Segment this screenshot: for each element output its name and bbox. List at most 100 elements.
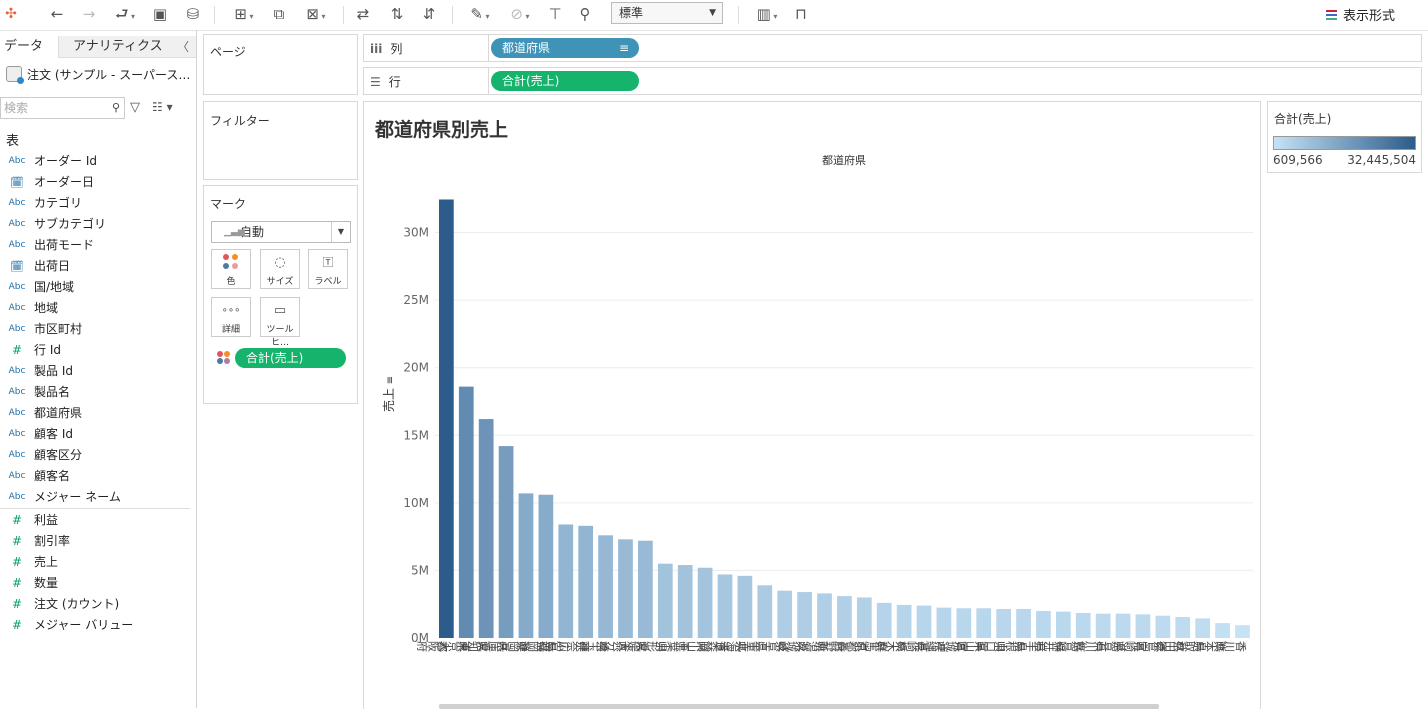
swap-rows-columns-icon[interactable]: ⇄ (352, 4, 374, 24)
search-input[interactable]: 検索 ⚲ (0, 97, 125, 119)
replay-icon[interactable]: ⮐ ▾ (108, 4, 142, 24)
tableau-logo-icon[interactable]: ✣ (2, 4, 20, 24)
field-label: 出荷モード (34, 238, 95, 252)
label-button[interactable]: 🅃 ラベル (308, 249, 348, 289)
new-worksheet-icon[interactable]: ⊞ ▾ (226, 4, 262, 24)
field-item[interactable]: # 利益 (0, 510, 190, 531)
field-item[interactable]: Abc メジャー ネーム (0, 487, 190, 508)
rows-shelf[interactable]: ☰ 行 合計(売上) (363, 67, 1422, 95)
tooltip-button[interactable]: ▭ ツールヒ… (260, 297, 300, 348)
legend-min: 609,566 (1273, 153, 1323, 167)
tooltip-label: ツールヒ… (266, 325, 294, 348)
columns-label: 列 (390, 42, 403, 56)
field-item[interactable]: 🗓 オーダー日 (0, 172, 190, 193)
bar (976, 608, 992, 638)
marks-sum-sales-pill[interactable]: 合計(売上) (235, 348, 346, 368)
number-type-icon: # (11, 576, 23, 590)
rows-pill[interactable]: 合計(売上) (491, 71, 639, 91)
field-item[interactable]: Abc 顧客名 (0, 466, 190, 487)
field-item[interactable]: Abc 国/地域 (0, 277, 190, 298)
bar (1055, 611, 1071, 638)
horizontal-scrollbar[interactable] (439, 704, 1159, 709)
detail-button[interactable]: ∘∘∘ 詳細 (211, 297, 251, 337)
presentation-mode-icon[interactable]: ⊓ (790, 4, 812, 24)
field-label: メジャー バリュー (34, 618, 134, 632)
field-label: 都道府県 (34, 406, 83, 420)
group-members-icon[interactable]: ⊘ ▾ (502, 4, 538, 24)
mark-type-select[interactable]: ▁▃▅ 自動 ▼ (211, 221, 351, 243)
columns-shelf[interactable]: iii 列 都道府県 ≡ (363, 34, 1422, 62)
field-item[interactable]: Abc 出荷モード (0, 235, 190, 256)
color-legend[interactable]: 合計(売上) 609,566 32,445,504 (1267, 101, 1422, 173)
string-type-icon: Abc (8, 408, 26, 418)
size-button[interactable]: ◌ サイズ (260, 249, 300, 289)
clear-sheet-icon[interactable]: ⊠ ▾ (298, 4, 334, 24)
collapse-pane-icon[interactable]: 〈 (177, 36, 189, 58)
pages-card[interactable]: ページ (203, 34, 358, 95)
duplicate-sheet-icon[interactable]: ⧉ (268, 4, 290, 24)
highlight-icon[interactable]: ✎ ▾ (462, 4, 498, 24)
bar (797, 592, 812, 638)
field-label: 利益 (34, 513, 59, 527)
tooltip-icon: ▭ (273, 303, 287, 318)
redo-icon[interactable]: → (78, 4, 100, 24)
fix-axes-icon[interactable]: ⚲ (574, 4, 596, 24)
field-item[interactable]: # 行 Id (0, 340, 190, 361)
field-item[interactable]: Abc カテゴリ (0, 193, 190, 214)
show-mark-labels-icon[interactable]: ⊤ (544, 4, 566, 24)
field-item[interactable]: Abc 市区町村 (0, 319, 190, 340)
field-item[interactable]: # 注文 (カウント) (0, 594, 190, 615)
datasource-item[interactable]: 注文 (サンプル - スーパース… (6, 66, 190, 84)
string-type-icon: Abc (8, 303, 26, 313)
bar (1135, 614, 1151, 638)
rows-label: 行 (388, 75, 401, 89)
number-type-icon: # (11, 513, 23, 527)
color-button[interactable]: 色 (211, 249, 251, 289)
detail-label: 詳細 (221, 325, 240, 335)
bar (439, 199, 454, 639)
sort-descending-icon: ≡ (618, 41, 629, 55)
tab-data[interactable]: データ (0, 36, 62, 60)
field-item[interactable]: Abc 都道府県 (0, 403, 190, 424)
field-item[interactable]: Abc 地域 (0, 298, 190, 319)
field-item[interactable]: Abc 顧客区分 (0, 445, 190, 466)
field-item[interactable]: # 割引率 (0, 531, 190, 552)
field-item[interactable]: # 売上 (0, 552, 190, 573)
undo-icon[interactable]: ← (46, 4, 68, 24)
legend-max: 32,445,504 (1347, 153, 1416, 167)
new-datasource-icon[interactable]: ⛁ (182, 4, 204, 24)
field-label: 市区町村 (34, 322, 83, 336)
columns-pill[interactable]: 都道府県 ≡ (491, 38, 639, 58)
bar (757, 585, 773, 638)
field-item[interactable]: Abc オーダー Id (0, 151, 190, 172)
detail-icon: ∘∘∘ (221, 305, 241, 316)
field-item[interactable]: Abc 製品名 (0, 382, 190, 403)
field-label: 売上 (34, 555, 59, 569)
field-item[interactable]: # 数量 (0, 573, 190, 594)
field-label: 国/地域 (34, 280, 75, 294)
save-icon[interactable]: ▣ (150, 4, 170, 24)
show-me-icon (1326, 10, 1337, 21)
field-item[interactable]: Abc サブカテゴリ (0, 214, 190, 235)
y-axis-label: 売上 (381, 388, 396, 412)
show-cards-icon[interactable]: ▥ ▾ (750, 4, 784, 24)
bar (1115, 613, 1131, 638)
string-type-icon: Abc (8, 471, 26, 481)
view-mode-select[interactable]: 標準 ▼ (611, 2, 723, 24)
show-me-button[interactable]: 表示形式 (1326, 5, 1395, 24)
bar (896, 604, 912, 638)
columns-icon: iii (370, 42, 383, 56)
field-item[interactable]: 🗓 出荷日 (0, 256, 190, 277)
sort-descending-icon[interactable]: ⇵ (418, 4, 440, 24)
field-item[interactable]: Abc 製品 Id (0, 361, 190, 382)
field-label: 割引率 (34, 534, 71, 548)
bar (1095, 613, 1111, 638)
sort-ascending-icon[interactable]: ⇅ (386, 4, 408, 24)
field-item[interactable]: Abc 顧客 Id (0, 424, 190, 445)
tab-analytics[interactable]: アナリティクス 〈 (58, 36, 196, 58)
view-options-icon[interactable]: ☷ ▾ (152, 100, 173, 114)
field-item[interactable]: # メジャー バリュー (0, 615, 190, 636)
filter-icon[interactable]: ▽ (130, 100, 140, 115)
filters-card[interactable]: フィルター (203, 101, 358, 180)
size-icon: ◌ (274, 255, 286, 270)
